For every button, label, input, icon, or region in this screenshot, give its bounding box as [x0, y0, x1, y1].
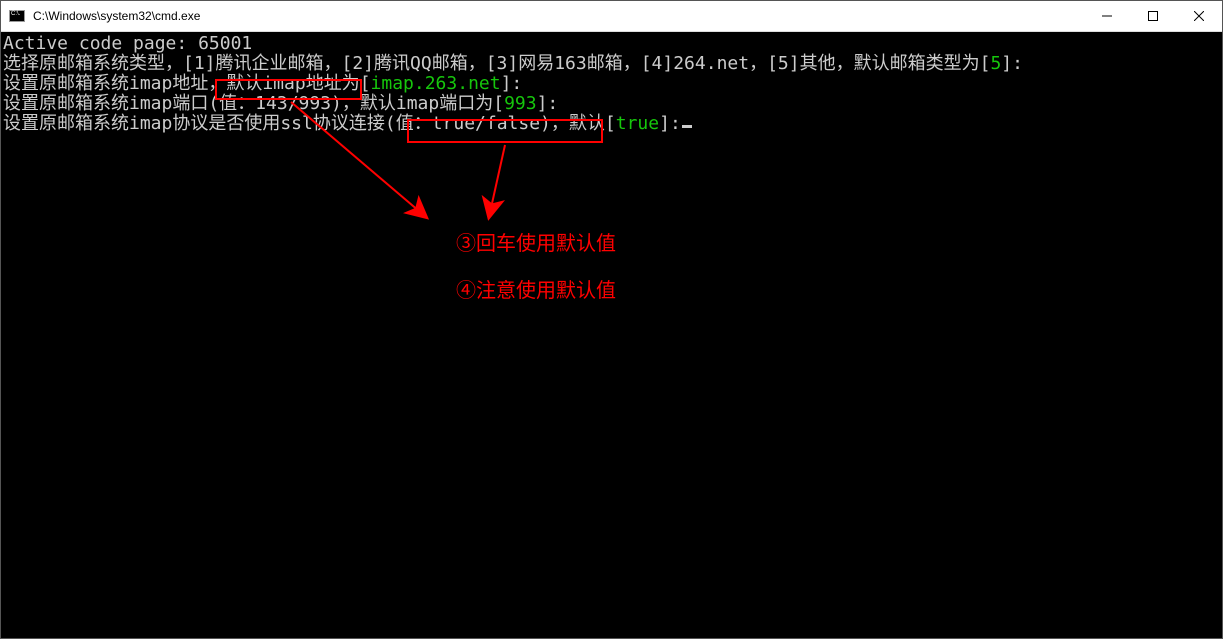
terminal-cursor [682, 125, 692, 128]
close-button[interactable] [1176, 1, 1222, 31]
window-controls [1084, 1, 1222, 31]
minimize-button[interactable] [1084, 1, 1130, 31]
cmd-window: C:\. C:\Windows\system32\cmd.exe Active … [0, 0, 1223, 639]
maximize-button[interactable] [1130, 1, 1176, 31]
titlebar[interactable]: C:\. C:\Windows\system32\cmd.exe [1, 1, 1222, 32]
cmd-icon: C:\. [9, 10, 25, 22]
window-title: C:\Windows\system32\cmd.exe [33, 9, 1084, 23]
terminal-line-5: 设置原邮箱系统imap协议是否使用ssl协议连接(值：true/false)，默… [3, 114, 1220, 134]
terminal-line-2: 选择原邮箱系统类型，[1]腾讯企业邮箱，[2]腾讯QQ邮箱，[3]网易163邮箱… [3, 54, 1220, 74]
terminal-line-4: 设置原邮箱系统imap端口(值：143/993)，默认imap端口为[993]: [3, 94, 1220, 114]
terminal-line-1: Active code page: 65001 [3, 34, 1220, 54]
terminal-line-3: 设置原邮箱系统imap地址，默认imap地址为[imap.263.net]: [3, 74, 1220, 94]
terminal-output[interactable]: Active code page: 65001选择原邮箱系统类型，[1]腾讯企业… [1, 32, 1222, 638]
